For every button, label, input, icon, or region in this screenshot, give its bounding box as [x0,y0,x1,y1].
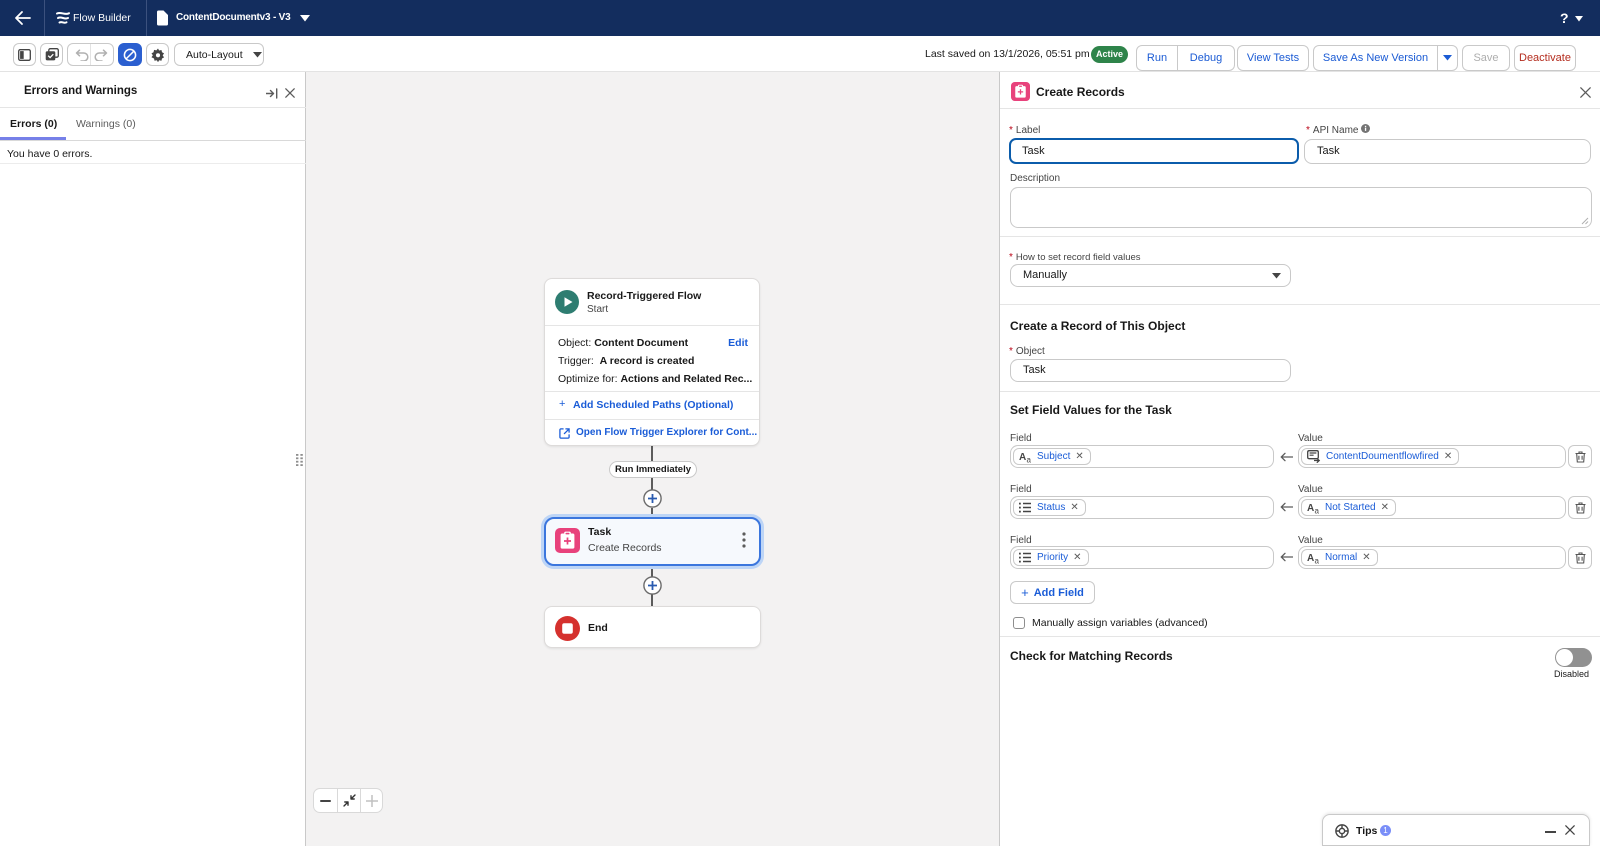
svg-text:a: a [1315,556,1320,564]
svg-text:a: a [1027,455,1032,463]
svg-text:A: A [1307,503,1314,514]
svg-text:A: A [1307,553,1314,564]
svg-text:A: A [1019,452,1026,463]
svg-text:a: a [1315,506,1320,514]
